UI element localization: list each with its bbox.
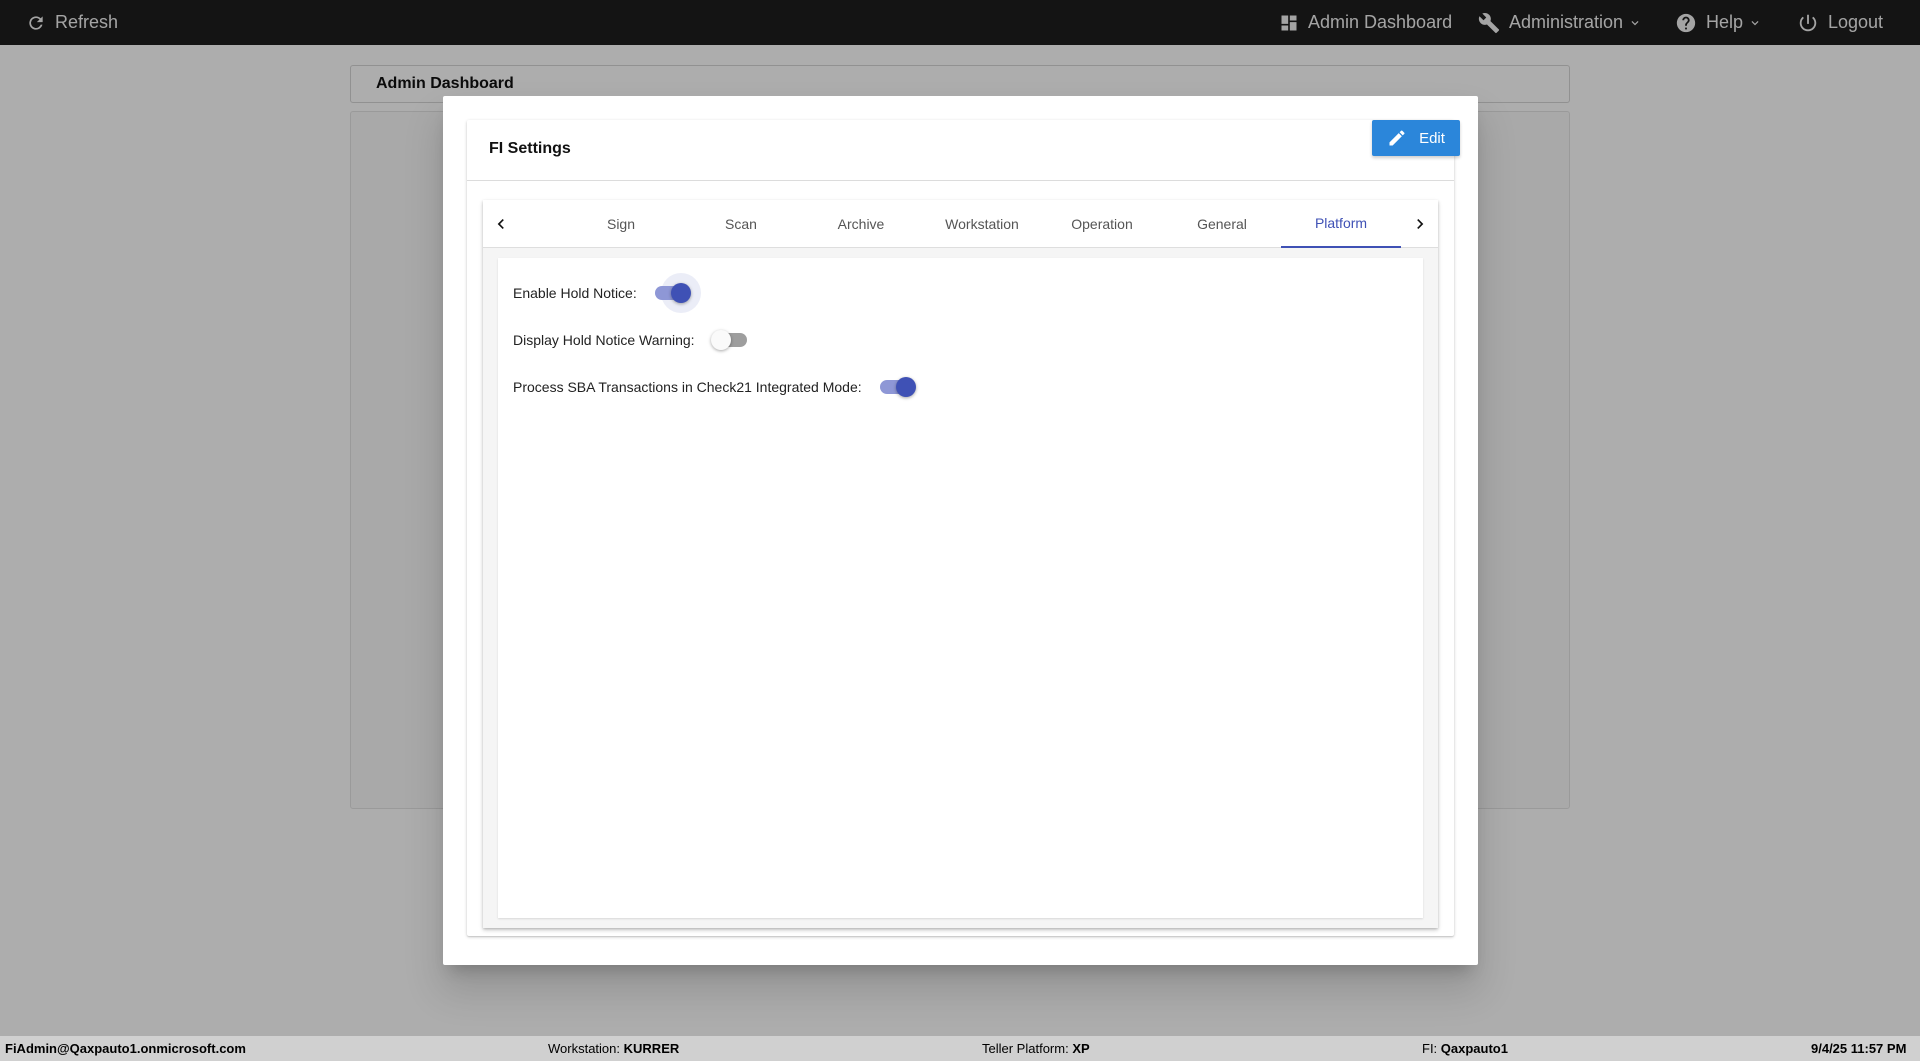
teller-platform-label: Teller Platform: xyxy=(982,1041,1069,1056)
process-sba-transactions-toggle[interactable] xyxy=(879,377,916,397)
setting-label: Process SBA Transactions in Check21 Inte… xyxy=(513,379,862,395)
workstation-value: KURRER xyxy=(623,1041,680,1056)
tab-operation[interactable]: Operation xyxy=(1042,200,1162,248)
edit-label: Edit xyxy=(1419,129,1445,147)
edit-button[interactable]: Edit xyxy=(1372,120,1460,156)
platform-settings-panel: Enable Hold Notice: Display Hold Notice … xyxy=(498,258,1423,918)
setting-display-hold-notice-warning: Display Hold Notice Warning: xyxy=(513,330,749,350)
tab-general[interactable]: General xyxy=(1162,200,1282,248)
enable-hold-notice-toggle[interactable] xyxy=(654,273,701,313)
date-time: 9/4/25 11:57 PM xyxy=(1811,1041,1907,1056)
fi-label: FI: xyxy=(1422,1041,1438,1056)
tab-scroll-right-button[interactable] xyxy=(1404,200,1436,248)
chevron-left-icon xyxy=(497,219,504,229)
setting-label: Display Hold Notice Warning: xyxy=(513,332,695,348)
fi-settings-dialog: FI Settings Sign Scan Archive Workstatio… xyxy=(443,96,1478,965)
tab-scan[interactable]: Scan xyxy=(681,200,801,248)
workstation-label: Workstation: xyxy=(548,1041,621,1056)
teller-platform-value: XP xyxy=(1072,1041,1090,1056)
fi-status: FI: Qaxpauto1 xyxy=(1422,1041,1508,1056)
tab-platform[interactable]: Platform xyxy=(1281,200,1401,248)
tab-archive[interactable]: Archive xyxy=(801,200,921,248)
dialog-title: FI Settings xyxy=(489,140,571,157)
settings-tabs-container: Sign Scan Archive Workstation Operation … xyxy=(483,200,1438,928)
display-hold-notice-warning-toggle[interactable] xyxy=(710,330,749,350)
user-email: FiAdmin@Qaxpauto1.onmicrosoft.com xyxy=(5,1041,246,1056)
setting-label: Enable Hold Notice: xyxy=(513,285,637,301)
tab-workstation[interactable]: Workstation xyxy=(922,200,1042,248)
pencil-icon xyxy=(1389,130,1405,146)
chevron-right-icon xyxy=(1417,219,1424,229)
setting-enable-hold-notice: Enable Hold Notice: xyxy=(513,273,701,313)
tab-sign[interactable]: Sign xyxy=(561,200,681,248)
workstation-status: Workstation: KURRER xyxy=(548,1041,679,1056)
dialog-header: FI Settings xyxy=(467,120,1454,181)
settings-card: FI Settings Sign Scan Archive Workstatio… xyxy=(467,120,1454,936)
teller-platform-status: Teller Platform: XP xyxy=(982,1041,1090,1056)
fi-value: Qaxpauto1 xyxy=(1440,1041,1508,1056)
status-bar: FiAdmin@Qaxpauto1.onmicrosoft.com Workst… xyxy=(0,1036,1920,1061)
setting-process-sba-transactions: Process SBA Transactions in Check21 Inte… xyxy=(513,377,916,397)
tab-bar: Sign Scan Archive Workstation Operation … xyxy=(483,200,1438,248)
tab-scroll-left-button[interactable] xyxy=(485,200,517,248)
